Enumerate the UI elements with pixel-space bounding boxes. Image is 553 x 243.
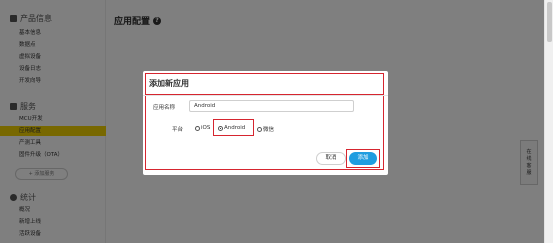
- radio-label: iOS: [201, 125, 211, 131]
- android-highlight-box: [213, 119, 254, 136]
- add-highlight-box: [346, 149, 380, 168]
- dialog-title: 添加新应用: [149, 79, 189, 88]
- divider: [143, 95, 388, 96]
- radio-circle-icon: [257, 126, 262, 132]
- scrollbar[interactable]: [544, 0, 553, 243]
- platform-radio-ios[interactable]: iOS: [195, 125, 210, 131]
- add-app-dialog: 添加新应用 应用名称 平台 iOS Android 微信 取消 添加: [143, 71, 388, 175]
- radio-label: 微信: [263, 127, 275, 133]
- cancel-button[interactable]: 取消: [316, 152, 346, 165]
- radio-circle-icon: [195, 125, 200, 131]
- scrollbar-thumb[interactable]: [547, 2, 552, 42]
- platform-radio-wechat[interactable]: 微信: [257, 125, 274, 133]
- app-name-label: 应用名称: [153, 105, 176, 111]
- app-name-input[interactable]: [189, 100, 354, 112]
- platform-label: 平台: [172, 127, 184, 133]
